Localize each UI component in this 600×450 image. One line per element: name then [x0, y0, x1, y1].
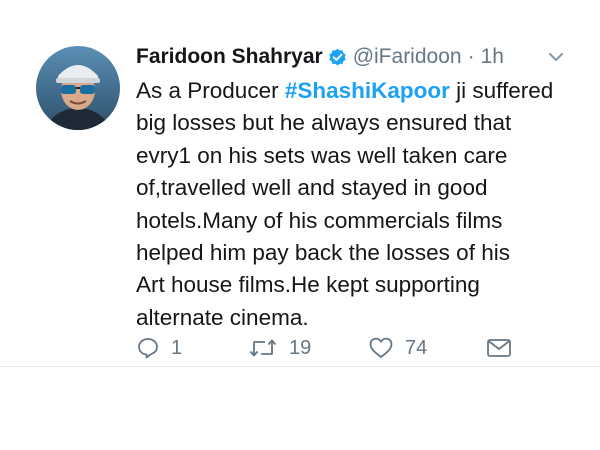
- envelope-icon: [486, 337, 512, 359]
- tweet-text: As a Producer #ShashiKapoor ji suffered …: [136, 75, 586, 334]
- timestamp[interactable]: 1h: [481, 45, 504, 69]
- like-count: 74: [405, 336, 428, 359]
- separator-dot: ·: [467, 45, 475, 68]
- tweet-text-line: evry1 on his sets was well taken care: [136, 142, 508, 168]
- avatar[interactable]: [36, 46, 120, 130]
- heart-icon: [368, 336, 394, 360]
- hashtag-link[interactable]: #ShashiKapoor: [285, 78, 450, 103]
- tweet-actions: 1 19 74: [136, 337, 526, 375]
- reply-button[interactable]: 1: [136, 335, 182, 361]
- avatar-image: [36, 46, 120, 130]
- retweet-icon: [248, 336, 278, 360]
- author-name[interactable]: Faridoon Shahryar: [136, 45, 323, 69]
- text-segment: ji suffered: [449, 78, 554, 103]
- retweet-button[interactable]: 19: [248, 335, 311, 361]
- direct-message-button[interactable]: [486, 335, 512, 361]
- tweet-text-line: hotels.Many of his commercials films: [136, 207, 503, 233]
- chevron-down-icon[interactable]: [548, 50, 564, 62]
- like-button[interactable]: 74: [368, 335, 427, 361]
- retweet-count: 19: [289, 336, 312, 359]
- author-handle[interactable]: @iFaridoon: [353, 45, 462, 69]
- verified-badge-icon: [328, 48, 347, 67]
- text-segment: As a Producer: [136, 78, 285, 103]
- reply-count: 1: [171, 336, 183, 359]
- tweet-text-line: As a Producer #ShashiKapoor ji suffered: [136, 75, 586, 107]
- tweet-text-line: big losses but he always ensured that: [136, 110, 512, 136]
- reply-icon: [136, 336, 160, 360]
- tweet-text-line: helped him pay back the losses of his: [136, 240, 510, 266]
- tweet-text-line: Art house films.He kept supporting: [136, 272, 480, 298]
- tweet-text-line: of,travelled well and stayed in good: [136, 175, 488, 201]
- tweet-card[interactable]: Faridoon Shahryar @iFaridoon · 1h As a P…: [0, 0, 600, 367]
- tweet-text-line: alternate cinema.: [136, 304, 309, 330]
- tweet-header: Faridoon Shahryar @iFaridoon · 1h: [136, 40, 504, 74]
